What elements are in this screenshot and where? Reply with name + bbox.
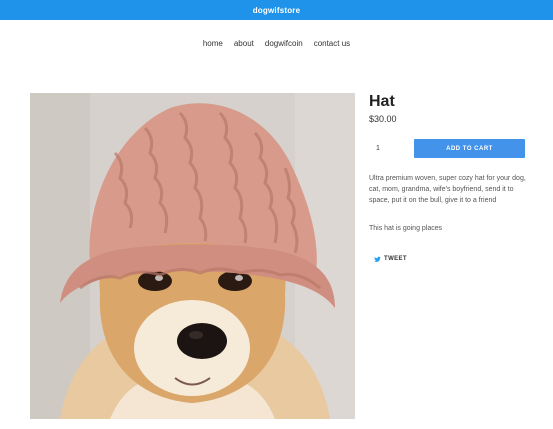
main-nav: home about dogwifcoin contact us: [0, 37, 553, 51]
nav-item-dogwifcoin[interactable]: dogwifcoin: [265, 37, 303, 51]
quantity-input[interactable]: [369, 138, 409, 158]
dog-with-hat-image: [30, 93, 355, 419]
tweet-label: TWEET: [384, 256, 407, 262]
nav-item-about[interactable]: about: [234, 37, 254, 51]
announcement-bar: dogwifstore: [0, 0, 553, 20]
product-price: $30.00: [369, 114, 397, 124]
product-image[interactable]: [30, 93, 355, 419]
nav-item-contact-us[interactable]: contact us: [314, 37, 350, 51]
twitter-bird-icon: [374, 256, 381, 263]
tweet-button[interactable]: TWEET: [369, 252, 413, 266]
product-title: Hat: [369, 93, 395, 110]
product-description: Ultra premium woven, super cozy hat for …: [369, 175, 526, 204]
store-name[interactable]: dogwifstore: [253, 6, 301, 15]
nav-item-home[interactable]: home: [203, 37, 223, 51]
product-tagline: This hat is going places: [369, 225, 443, 232]
add-to-cart-button[interactable]: ADD TO CART: [414, 139, 525, 158]
